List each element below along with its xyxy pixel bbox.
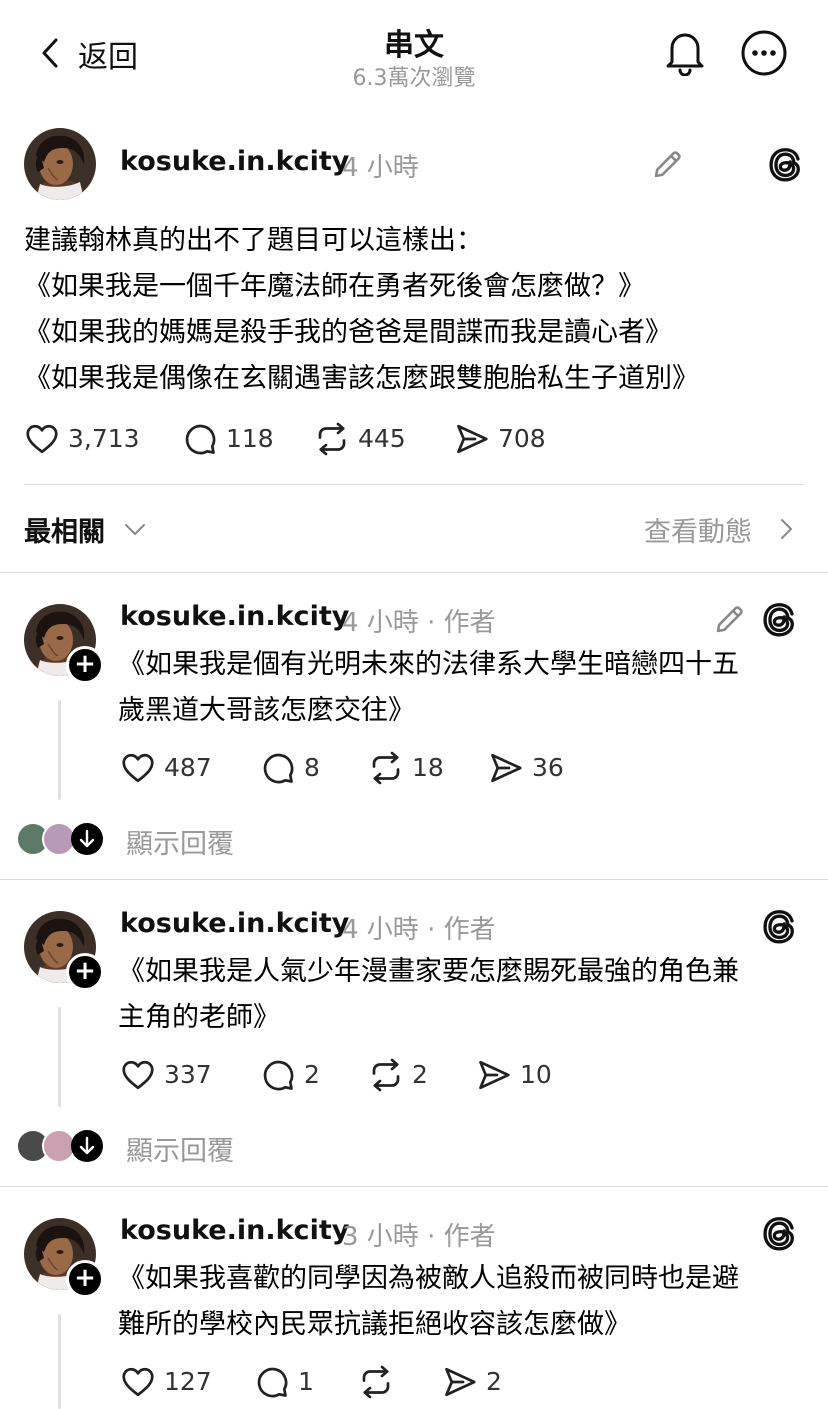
post-text-line: 建議翰林真的出不了題目可以這樣出： — [24, 225, 483, 256]
like-count: 3,713 — [68, 424, 140, 453]
repost-icon[interactable] — [368, 1057, 404, 1093]
threads-logo-icon[interactable] — [760, 600, 798, 638]
heart-icon[interactable] — [24, 421, 60, 457]
comment-count: 8 — [304, 753, 320, 782]
like-count: 127 — [164, 1367, 212, 1396]
reply-time: 4 小時 · 作者 — [342, 915, 496, 945]
follow-plus-button[interactable]: + — [66, 953, 104, 991]
username[interactable]: kosuke.in.kcity — [120, 146, 349, 177]
threads-logo-icon[interactable] — [766, 145, 804, 183]
heart-icon[interactable] — [120, 750, 156, 786]
show-replies-button[interactable]: 顯示回覆 — [126, 1129, 234, 1168]
follow-plus-button[interactable]: + — [66, 646, 104, 684]
edit-pencil-icon[interactable] — [712, 601, 748, 637]
chevron-down-icon[interactable] — [122, 516, 148, 542]
post-text-line: 《如果我是一個千年魔法師在勇者死後會怎麼做？》 — [24, 271, 645, 302]
author-tag: · 作者 — [427, 915, 496, 945]
comment-count: 1 — [298, 1367, 314, 1396]
username[interactable]: kosuke.in.kcity — [120, 601, 349, 632]
arrow-down-icon[interactable] — [70, 1129, 104, 1163]
threads-logo-icon[interactable] — [760, 907, 798, 945]
arrow-down-icon[interactable] — [70, 822, 104, 856]
share-count: 708 — [498, 424, 546, 453]
edit-pencil-icon[interactable] — [650, 146, 686, 182]
like-count: 337 — [164, 1060, 212, 1089]
share-count: 10 — [520, 1060, 552, 1089]
share-send-icon[interactable] — [442, 1364, 478, 1400]
follow-plus-button[interactable]: + — [66, 1260, 104, 1298]
reply-time: 3 小時 · 作者 — [342, 1222, 496, 1252]
post-text-line: 《如果我的媽媽是殺手我的爸爸是間諜而我是讀心者》 — [24, 317, 672, 348]
thread-line — [58, 1314, 61, 1409]
share-count: 36 — [532, 753, 564, 782]
repost-icon[interactable] — [314, 421, 350, 457]
author-tag: · 作者 — [427, 608, 496, 638]
like-count: 487 — [164, 753, 212, 782]
divider — [0, 879, 828, 880]
share-count: 2 — [486, 1367, 502, 1396]
comment-icon[interactable] — [254, 1364, 290, 1400]
reply-text-line: 歲黑道大哥該怎麼交往》 — [118, 695, 415, 726]
avatar[interactable] — [24, 128, 96, 200]
comment-icon[interactable] — [260, 1057, 296, 1093]
thread-line — [58, 1007, 61, 1107]
comment-count: 2 — [304, 1060, 320, 1089]
view-activity-link[interactable]: 查看動態 — [644, 510, 752, 549]
reply-text-line: 難所的學校內民眾抗議拒絕收容該怎麼做》 — [118, 1309, 631, 1340]
heart-icon[interactable] — [120, 1057, 156, 1093]
repost-icon[interactable] — [368, 750, 404, 786]
author-tag: · 作者 — [427, 1222, 496, 1252]
reply-text-line: 主角的老師》 — [118, 1002, 280, 1033]
repost-count: 2 — [412, 1060, 428, 1089]
share-send-icon[interactable] — [476, 1057, 512, 1093]
reply-text-line: 《如果我是個有光明未來的法律系大學生暗戀四十五 — [118, 649, 739, 680]
username[interactable]: kosuke.in.kcity — [120, 908, 349, 939]
sort-label: 最相關 — [24, 517, 105, 548]
repost-icon[interactable] — [358, 1364, 394, 1400]
repost-count: 445 — [358, 424, 406, 453]
heart-icon[interactable] — [120, 1364, 156, 1400]
post-text-line: 《如果我是偶像在玄關遇害該怎麼跟雙胞胎私生子道別》 — [24, 363, 699, 394]
more-options-icon[interactable] — [740, 29, 788, 77]
bell-icon[interactable] — [662, 28, 708, 76]
comment-count: 118 — [226, 424, 274, 453]
sort-dropdown[interactable]: 最相關 — [24, 510, 105, 549]
divider — [0, 1186, 828, 1187]
threads-logo-icon[interactable] — [760, 1214, 798, 1252]
share-send-icon[interactable] — [488, 750, 524, 786]
reply-text-line: 《如果我是人氣少年漫畫家要怎麼賜死最強的角色兼 — [118, 956, 739, 987]
divider — [24, 484, 804, 485]
thread-line — [58, 700, 61, 800]
username[interactable]: kosuke.in.kcity — [120, 1215, 349, 1246]
comment-icon[interactable] — [260, 750, 296, 786]
reply-text-line: 《如果我喜歡的同學因為被敵人追殺而被同時也是避 — [118, 1263, 739, 1294]
repost-count: 18 — [412, 753, 444, 782]
show-replies-button[interactable]: 顯示回覆 — [126, 822, 234, 861]
comment-icon[interactable] — [182, 421, 218, 457]
post-time: 4 小時 — [342, 153, 419, 183]
chevron-right-icon[interactable] — [776, 516, 796, 542]
share-send-icon[interactable] — [454, 421, 490, 457]
divider — [0, 572, 828, 573]
reply-time: 4 小時 · 作者 — [342, 608, 496, 638]
